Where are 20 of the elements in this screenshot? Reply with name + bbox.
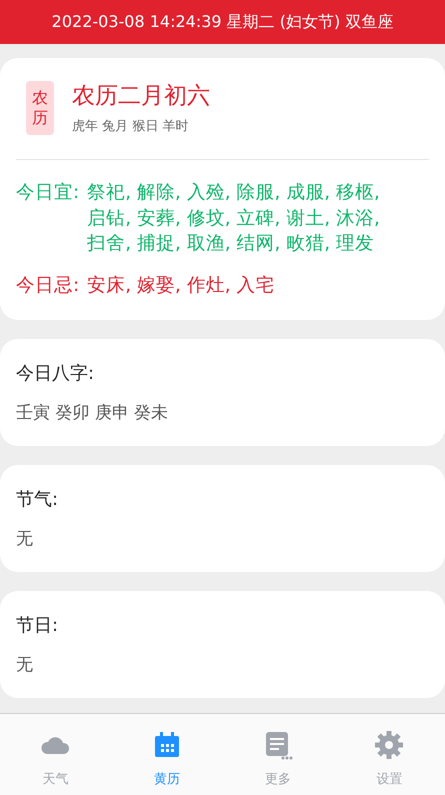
lunar-badge: 农历 <box>26 80 54 134</box>
advice-label: 今日忌: <box>16 274 80 298</box>
ganzhi-subtitle: 虎年 兔月 猴日 羊时 <box>72 118 190 135</box>
tab[interactable]: 更多 <box>222 714 334 795</box>
section-title: 节日: <box>16 614 60 637</box>
section-value: 无 <box>16 654 34 676</box>
date-header: 2022-03-08 14:24:39 星期二 (妇女节) 双鱼座 <box>0 0 445 44</box>
section-value: 壬寅 癸卯 庚申 癸未 <box>16 402 170 424</box>
lunar-date-title: 农历二月初六 <box>72 82 210 111</box>
section-title: 节气: <box>16 488 60 511</box>
tab[interactable]: 黄历 <box>111 714 222 795</box>
tab[interactable]: 设置 <box>334 714 445 795</box>
tab[interactable]: 天气 <box>0 714 112 795</box>
advice-items: 安床, 嫁娶, 作灶, 入宅 <box>87 274 276 298</box>
notes-icon <box>263 730 294 760</box>
section-title: 今日八字: <box>16 362 96 385</box>
settings-icon <box>374 730 404 760</box>
advice-items: 祭祀, 解除, 入殓, 除服, 成服, 移柩, 启钻, 安葬, 修坟, 立碑, 谢土, 沐浴, 扫舍, 捕捉, 取渔, 结网, 畋猎, 理发 <box>87 181 381 256</box>
section-value: 无 <box>16 528 34 550</box>
advice-label: 今日宜: <box>16 181 80 205</box>
